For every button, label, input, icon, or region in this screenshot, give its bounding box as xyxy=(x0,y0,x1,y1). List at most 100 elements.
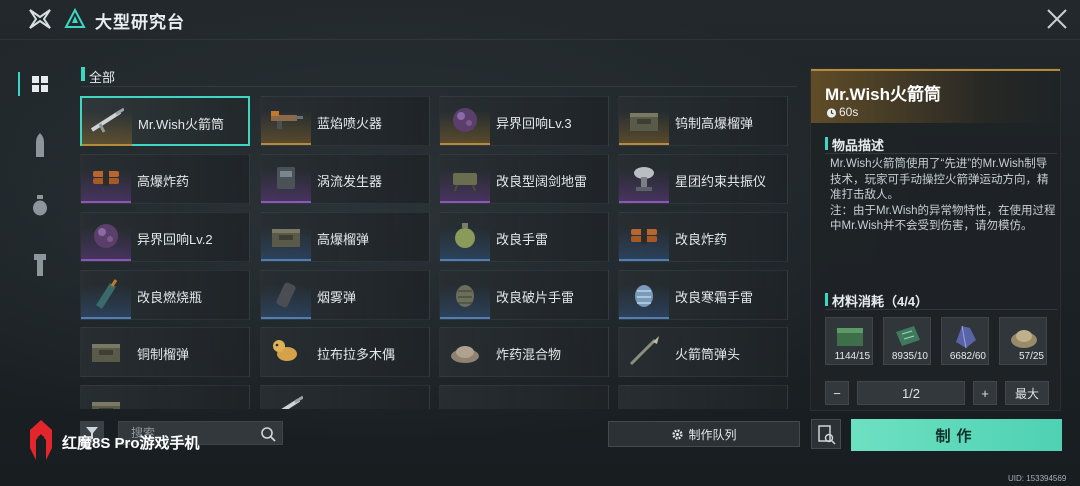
material-slot-1[interactable]: 1144/15 xyxy=(825,317,873,365)
description-line: Mr.Wish火箭筒使用了“先进”的Mr.Wish制导技术，玩家可手动操控火箭弹… xyxy=(830,158,1049,201)
item-name: 改良炸药 xyxy=(675,232,728,247)
material-slot-3[interactable]: 6682/60 xyxy=(941,317,989,365)
gear-icon xyxy=(672,428,684,440)
item-card[interactable]: 异界回响Lv.2 xyxy=(80,212,250,262)
item-name: 钨制高爆榴弹 xyxy=(675,116,754,131)
close-button[interactable] xyxy=(1044,6,1070,32)
item-thumb xyxy=(261,97,311,145)
item-card[interactable]: 改良寒霜手雷 xyxy=(618,270,788,320)
bullet-icon xyxy=(36,133,44,157)
smoke-grenade-icon xyxy=(276,282,296,308)
item-thumb xyxy=(619,386,669,409)
item-card[interactable]: 改良型阔剑地雷 xyxy=(439,154,609,204)
item-card[interactable]: 改良手雷 xyxy=(439,212,609,262)
material-slot-2[interactable]: 8935/10 xyxy=(883,317,931,365)
flamethrower-icon xyxy=(271,111,303,129)
frost-grenade-icon xyxy=(635,285,653,307)
item-name: 改良型阔剑地雷 xyxy=(496,174,588,189)
powder-pile-icon xyxy=(451,346,479,363)
explosive-pack-icon xyxy=(93,169,119,186)
item-card[interactable] xyxy=(260,385,430,409)
search-icon[interactable] xyxy=(260,426,276,442)
item-card[interactable]: Mr.Wish火箭筒 xyxy=(80,96,250,146)
echo-orb-icon xyxy=(94,224,118,248)
item-card[interactable]: 拉布拉多木偶 xyxy=(260,327,430,377)
item-name: 改良寒霜手雷 xyxy=(675,290,754,305)
item-thumb xyxy=(81,386,131,409)
item-card[interactable]: 改良燃烧瓶 xyxy=(80,270,250,320)
craft-button[interactable]: 制作 xyxy=(851,419,1062,451)
item-card[interactable]: 蓝焰喷火器 xyxy=(260,96,430,146)
item-card[interactable] xyxy=(618,385,788,409)
item-name: 星团约束共振仪 xyxy=(675,174,767,189)
item-card[interactable]: 炸药混合物 xyxy=(439,327,609,377)
dog-toy-icon xyxy=(273,340,297,361)
item-thumb xyxy=(440,213,490,261)
materials-accent xyxy=(825,293,828,306)
materials-divider xyxy=(825,309,1057,310)
material-slot-4[interactable]: 57/25 xyxy=(999,317,1047,365)
item-card[interactable]: 改良破片手雷 xyxy=(439,270,609,320)
item-thumb xyxy=(619,155,669,203)
item-card[interactable]: 涡流发生器 xyxy=(260,154,430,204)
item-name: 改良手雷 xyxy=(496,232,549,247)
research-bench-icon xyxy=(64,8,86,28)
item-card[interactable]: 钨制高爆榴弹 xyxy=(618,96,788,146)
ammo-crate-icon xyxy=(630,113,658,131)
user-id: UID: 153394569 xyxy=(1008,474,1067,483)
item-thumb xyxy=(261,213,311,261)
quantity-display[interactable]: 1/2 xyxy=(857,381,965,405)
item-name: 涡流发生器 xyxy=(317,174,383,189)
item-name: 异界回响Lv.2 xyxy=(137,232,213,247)
material-count: 8935/10 xyxy=(891,351,928,362)
item-card[interactable] xyxy=(439,385,609,409)
item-card[interactable]: 火箭筒弹头 xyxy=(618,327,788,377)
ammo-crate-icon xyxy=(272,229,300,247)
red-magic-logo-icon xyxy=(30,420,52,460)
quantity-decrease-button[interactable]: − xyxy=(825,381,849,405)
detail-item-title: Mr.Wish火箭筒 xyxy=(825,85,942,104)
nav-ammo[interactable] xyxy=(18,125,62,165)
nav-grenades[interactable] xyxy=(18,185,62,225)
material-count: 57/25 xyxy=(1018,351,1044,362)
item-card[interactable]: 异界回响Lv.3 xyxy=(439,96,609,146)
item-name: 火箭筒弹头 xyxy=(675,347,741,362)
item-card[interactable]: 烟雾弹 xyxy=(260,270,430,320)
top-bar: 大型研究台 xyxy=(0,0,1080,40)
grenade-icon xyxy=(455,223,475,248)
item-thumb xyxy=(440,271,490,319)
ore-pile-icon xyxy=(1011,330,1037,348)
vortex-device-icon xyxy=(277,167,295,189)
material-count: 1144/15 xyxy=(834,351,870,362)
item-thumb xyxy=(440,97,490,145)
claymore-icon xyxy=(453,173,477,192)
item-thumb xyxy=(261,328,311,376)
item-card[interactable]: 高爆榴弹 xyxy=(260,212,430,262)
item-name: 蓝焰喷火器 xyxy=(317,116,383,131)
nav-tools[interactable] xyxy=(18,245,62,285)
item-card[interactable]: 高爆炸药 xyxy=(80,154,250,204)
item-name: 铜制榴弹 xyxy=(137,347,190,362)
rocket-launcher-icon xyxy=(90,107,124,133)
item-thumb xyxy=(440,328,490,376)
desc-accent xyxy=(825,137,828,150)
item-card[interactable]: 星团约束共振仪 xyxy=(618,154,788,204)
brand-watermark: 红魔8S Pro游戏手机 xyxy=(62,435,200,452)
quantity-increase-button[interactable]: + xyxy=(973,381,997,405)
item-card[interactable]: 改良炸药 xyxy=(618,212,788,262)
craft-queue-label: 制作队列 xyxy=(688,427,737,442)
dish-device-icon xyxy=(634,167,654,191)
item-card[interactable] xyxy=(80,385,250,409)
quantity-max-button[interactable]: 最大 xyxy=(1005,381,1049,405)
tool-icon xyxy=(34,254,46,276)
materials-heading: 材料消耗（4/4） xyxy=(832,294,929,309)
ammo-crate-icon xyxy=(92,402,120,409)
item-description: Mr.Wish火箭筒使用了“先进”的Mr.Wish制导技术，玩家可手动操控火箭弹… xyxy=(830,157,1056,235)
craft-queue-button[interactable]: 制作队列 xyxy=(608,421,800,447)
nav-all[interactable] xyxy=(18,64,62,104)
item-card[interactable]: 铜制榴弹 xyxy=(80,327,250,377)
explosive-pack-icon xyxy=(631,227,657,244)
blueprint-button[interactable] xyxy=(811,419,841,449)
item-thumb xyxy=(440,155,490,203)
item-thumb xyxy=(261,155,311,203)
